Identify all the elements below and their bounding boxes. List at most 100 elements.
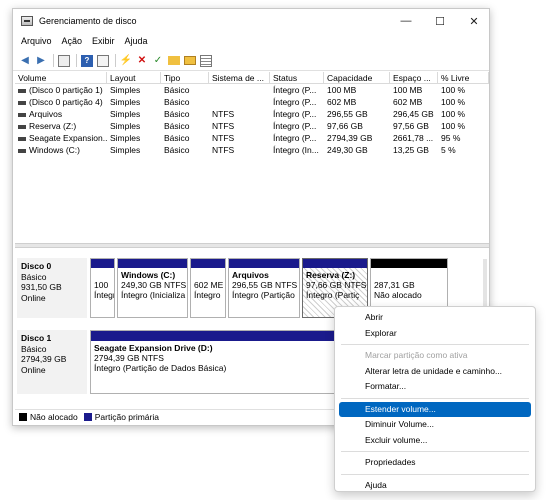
partition-status: Íntegro (Partiç	[306, 290, 360, 300]
partition-recovery[interactable]: 602 ME Íntegro	[190, 258, 226, 318]
partition-size: 296,55 GB NTFS	[232, 280, 298, 290]
properties-icon[interactable]	[97, 54, 109, 67]
cell	[209, 96, 270, 108]
volume-list-header: Volume Layout Tipo Sistema de ... Status…	[15, 72, 489, 84]
partition-size: 2794,39 GB NTFS	[94, 353, 164, 363]
menu-separator	[341, 397, 529, 399]
disk-0-info[interactable]: Disco 0 Básico 931,50 GB Online	[17, 258, 87, 318]
partition-bar	[371, 259, 447, 268]
cell: Simples	[110, 109, 141, 119]
window-title: Gerenciamento de disco	[39, 16, 137, 26]
partition-arquivos[interactable]: Arquivos 296,55 GB NTFS Íntegro (Partição	[228, 258, 300, 318]
partition-size: 287,31 GB	[374, 280, 415, 290]
partition-bar	[229, 259, 299, 268]
table-row[interactable]: Windows (C:) Simples Básico NTFS Íntegro…	[15, 144, 489, 156]
partition-seagate[interactable]: Seagate Expansion Drive (D:) 2794,39 GB N…	[90, 330, 340, 394]
cell: Íntegro (P...	[273, 97, 317, 107]
cell: Íntegro (P...	[273, 85, 317, 95]
col-volume[interactable]: Volume	[15, 72, 107, 83]
col-layout[interactable]: Layout	[107, 72, 161, 83]
partition-status: Íntegro	[194, 290, 221, 300]
partition-status: Íntegro (Inicializa	[121, 290, 186, 300]
cell: 296,55 GB	[327, 109, 368, 119]
pane-splitter[interactable]	[15, 243, 489, 248]
partition-size: 602 ME	[194, 280, 224, 290]
cell: Simples	[110, 97, 141, 107]
cell: 2661,78 ...	[393, 133, 434, 143]
console-tree-icon[interactable]	[58, 54, 70, 67]
volume-name: Arquivos	[29, 109, 63, 119]
cell	[209, 84, 270, 96]
minimize-button[interactable]: —	[389, 9, 423, 33]
close-button[interactable]: ✕	[457, 9, 491, 33]
check-icon[interactable]: ✓	[152, 55, 164, 67]
context-menu: Abrir Explorar Marcar partição como ativ…	[334, 306, 536, 492]
partition-efi[interactable]: 100Íntegro	[90, 258, 115, 318]
menu-item-delete-volume[interactable]: Excluir volume...	[339, 433, 531, 449]
toolbar-separator	[53, 54, 54, 67]
connect-icon[interactable]: ⚡	[120, 55, 132, 67]
cell: Íntegro (P...	[273, 133, 317, 143]
menu-acao[interactable]: Ação	[62, 36, 83, 46]
partition-bar	[91, 331, 339, 341]
back-arrow-icon[interactable]: ◀	[19, 55, 31, 67]
partition-windows[interactable]: Windows (C:) 249,30 GB NTFS Íntegro (Inici…	[117, 258, 188, 318]
cell: 95 %	[441, 133, 461, 143]
cell: Básico	[164, 145, 190, 155]
cell: Simples	[110, 133, 141, 143]
menu-item-shrink-volume[interactable]: Diminuir Volume...	[339, 417, 531, 433]
cell: Simples	[110, 85, 141, 95]
disk-1-info[interactable]: Disco 1 Básico 2794,39 GB Online	[17, 330, 87, 394]
table-row[interactable]: Reserva (Z:) Simples Básico NTFS Íntegro…	[15, 120, 489, 132]
partition-size: 100	[94, 280, 109, 290]
col-espaco[interactable]: Espaço ...	[390, 72, 438, 83]
volume-icon	[18, 148, 26, 153]
volume-icon	[18, 112, 26, 117]
cell: 100 %	[441, 121, 466, 131]
partition-status: Não alocado	[374, 290, 422, 300]
help-icon[interactable]: ?	[81, 54, 93, 67]
col-status[interactable]: Status	[270, 72, 324, 83]
partition-bar	[303, 259, 367, 268]
menu-item-abrir[interactable]: Abrir	[339, 310, 531, 326]
cell: 100 MB	[393, 85, 423, 95]
menu-item-extend-volume[interactable]: Estender volume...	[339, 401, 531, 417]
cell: Simples	[110, 145, 141, 155]
partition-bar	[118, 259, 187, 268]
table-row[interactable]: (Disco 0 partição 4) Simples Básico Ínte…	[15, 96, 489, 108]
menu-item-explorar[interactable]: Explorar	[339, 326, 531, 342]
menu-item-change-letter[interactable]: Alterar letra de unidade e caminho...	[339, 364, 531, 380]
col-tipo[interactable]: Tipo	[161, 72, 209, 83]
menu-arquivo[interactable]: Arquivo	[21, 36, 52, 46]
title-bar[interactable]: Gerenciamento de disco — ☐ ✕	[13, 9, 489, 33]
col-sistema[interactable]: Sistema de ...	[209, 72, 270, 83]
table-row[interactable]: (Disco 0 partição 1) Simples Básico Ínte…	[15, 84, 489, 96]
volume-name: Seagate Expansion...	[29, 133, 107, 143]
toolbar-separator	[115, 54, 116, 67]
open-folder-icon[interactable]	[168, 56, 180, 65]
col-capacidade[interactable]: Capacidade	[324, 72, 390, 83]
menu-item-format[interactable]: Formatar...	[339, 379, 531, 395]
menu-item-properties[interactable]: Propriedades	[339, 455, 531, 471]
menu-exibir[interactable]: Exibir	[92, 36, 115, 46]
forward-arrow-icon[interactable]: ▶	[35, 55, 47, 67]
menu-item-mark-active: Marcar partição como ativa	[365, 350, 468, 360]
list-view-icon[interactable]	[200, 54, 212, 67]
search-folder-icon[interactable]	[184, 56, 196, 65]
table-row[interactable]: Arquivos Simples Básico NTFS Íntegro (P.…	[15, 108, 489, 120]
legend-unallocated-label: Não alocado	[30, 411, 78, 422]
delete-icon[interactable]: ✕	[136, 55, 148, 67]
partition-label	[374, 270, 444, 280]
cell: 296,45 GB	[393, 109, 434, 119]
toolbar: ◀ ▶ ? ⚡ ✕ ✓	[13, 51, 489, 71]
cell: Básico	[164, 121, 190, 131]
table-row[interactable]: Seagate Expansion... Simples Básico NTFS…	[15, 132, 489, 144]
cell: 100 MB	[327, 85, 357, 95]
col-livre[interactable]: % Livre	[438, 72, 489, 83]
partition-label: Windows (C:)	[121, 270, 176, 280]
menu-ajuda[interactable]: Ajuda	[125, 36, 148, 46]
maximize-button[interactable]: ☐	[423, 9, 457, 33]
menu-item-help[interactable]: Ajuda	[339, 478, 531, 494]
disk-type: Básico	[21, 271, 47, 282]
disk-name: Disco 1	[21, 333, 52, 343]
